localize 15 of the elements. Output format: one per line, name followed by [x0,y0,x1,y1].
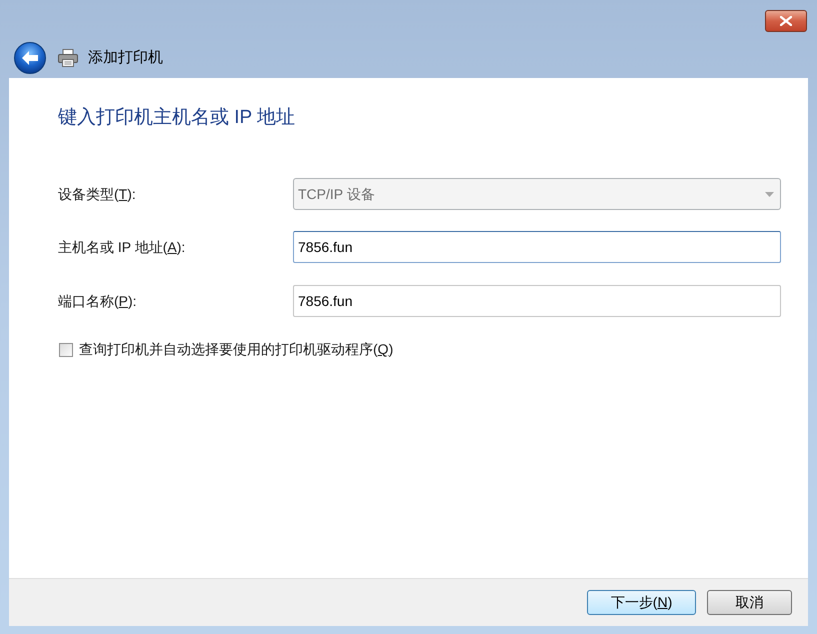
close-icon [780,16,792,26]
field-label: 主机名或 IP 地址(A): [58,238,186,257]
checkbox-label: 查询打印机并自动选择要使用的打印机驱动程序(Q) [79,340,394,359]
next-button[interactable]: 下一步(N) [587,590,696,615]
field-label: 设备类型(T): [58,184,137,204]
window-title: 添加打印机 [88,48,163,68]
caret-icon [765,192,774,196]
close-button[interactable] [765,10,807,32]
page-heading: 键入打印机主机名或 IP 地址 [58,106,296,130]
field-label: 端口名称(P): [58,292,138,311]
checkbox[interactable] [59,342,73,356]
input-field[interactable]: 7856.fun [293,285,781,317]
input-field[interactable]: 7856.fun [293,231,781,263]
cancel-button[interactable]: 取消 [707,590,792,615]
printer-icon [58,49,78,67]
